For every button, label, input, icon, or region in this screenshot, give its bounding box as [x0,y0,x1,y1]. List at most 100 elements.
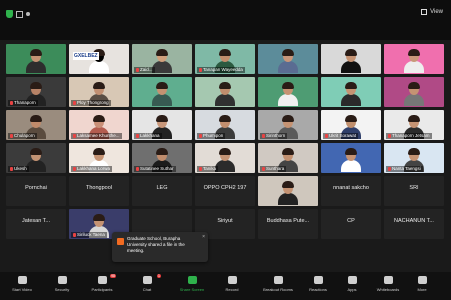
toolbar-button-reactions[interactable]: Reactions [308,276,328,292]
participant-tile[interactable]: CP [321,209,381,239]
participant-tile[interactable]: Phumipon [195,110,255,140]
participant-tile[interactable]: OPPO CPH2 197 [195,176,255,206]
participant-name-label: Tanapan Wayeedda [197,67,245,73]
muted-mic-icon [199,67,202,72]
participant-tile[interactable] [258,176,318,206]
participant-tile[interactable]: NACHANUN T... [384,209,444,239]
breakout-rooms-icon [273,276,283,284]
participant-video [277,49,299,73]
participant-name-label: Phumipon [197,133,226,139]
close-icon[interactable]: × [202,234,205,240]
participant-name: Chulaporn [14,133,35,138]
participant-tile[interactable] [6,44,66,74]
participant-display-name: nnanat sakcho [333,185,369,191]
participant-display-name: Buddhasa Pute... [266,218,310,224]
toolbar-button-apps[interactable]: Apps [342,276,362,292]
view-button[interactable]: View [421,9,443,15]
meeting-top-bar: View [0,0,451,40]
participant-tile[interactable] [321,77,381,107]
participant-tile[interactable]: Ploy Thongrong [69,77,129,107]
participant-tile[interactable]: Pornchai [6,176,66,206]
reactions-icon [313,276,323,284]
toolbar-label: Participants [91,287,113,292]
participant-tile[interactable]: Lakkhana Lorwa [69,143,129,173]
participant-video [340,82,362,106]
start-video-icon [17,276,27,284]
participant-tile[interactable] [321,143,381,173]
meeting-toolbar: Start Video Security 98 Participants 1 Chat Sh… [0,272,451,300]
participant-tile[interactable] [384,44,444,74]
participant-tile[interactable]: Ukrit Sorawat [321,110,381,140]
participant-name-label: Sutatinee Suthar [134,166,176,172]
participant-tile[interactable]: GXELBEZ [69,44,129,74]
toolbar-button-share-screen[interactable]: Share Screen [179,276,205,292]
participant-tile[interactable]: LEG [132,176,192,206]
toolbar-button-start-video[interactable]: Start Video [12,276,32,292]
participant-tile[interactable]: Laksamee Khunthe... [69,110,129,140]
participant-name-label: Ukesh [8,166,29,172]
participant-tile[interactable] [321,44,381,74]
participant-tile[interactable]: nnanat sakcho [321,176,381,206]
toolbar-label: Share Screen [179,287,205,292]
sender-logo-icon [117,238,124,245]
participant-video [25,49,47,73]
meeting-info-icon[interactable] [16,10,23,18]
toolbar-button-chat[interactable]: 1 Chat [137,274,161,292]
participant-tile[interactable]: Buddhasa Pute... [258,209,318,239]
share-screen-icon [187,276,197,284]
participant-tile[interactable]: Thanaporn [6,77,66,107]
participant-name: Nanta Taengsi [392,166,421,171]
participant-video [403,49,425,73]
muted-mic-icon [73,133,76,138]
toolbar-label: Apps [347,287,357,292]
participant-tile[interactable] [258,77,318,107]
whiteboards-icon [383,276,393,284]
participant-tile[interactable]: Jatesan T... [6,209,66,239]
participant-tile[interactable] [195,77,255,107]
muted-mic-icon [262,133,265,138]
toolbar-button-participants[interactable]: 98 Participants [91,274,116,292]
participant-display-name: Jatesan T... [21,218,51,224]
participant-tile[interactable]: Thongpool [69,176,129,206]
participants-icon [97,276,107,284]
participant-tile[interactable]: Sirinthorn [258,110,318,140]
participant-tile[interactable]: Tanika [195,143,255,173]
participant-display-name: Pornchai [25,185,47,191]
participant-name: Sunthara [266,166,285,171]
toolbar-button-whiteboards[interactable]: Whiteboards [377,276,399,292]
participant-video [340,49,362,73]
participant-tile[interactable]: SRI [384,176,444,206]
participant-tile[interactable]: Sunthara [258,143,318,173]
security-shield-icon[interactable] [6,10,13,18]
muted-mic-icon [73,100,76,105]
muted-mic-icon [136,166,139,171]
participant-tile[interactable]: Chulaporn [6,110,66,140]
participant-tile[interactable]: Lakkhana [132,110,192,140]
participant-tile[interactable]: Zaid... [132,44,192,74]
toolbar-button-record[interactable]: Record [222,276,242,292]
participant-name: Siriluck Taena [77,232,105,237]
participant-name-label: Chulaporn [8,133,37,139]
toolbar-button-breakout-rooms[interactable]: Breakout Rooms [263,276,293,292]
security-icon [57,276,67,284]
participant-tile[interactable]: Sutatinee Suthar [132,143,192,173]
participant-tile[interactable]: Ukesh [6,143,66,173]
notification-message: Graduate School, Burapha University shar… [127,236,185,253]
participant-display-name: SRI [409,185,419,191]
participant-name: Sutatinee Suthar [140,166,174,171]
muted-mic-icon [10,166,13,171]
meeting-info-icons[interactable] [6,10,30,18]
view-label: View [430,9,443,15]
muted-mic-icon [388,133,391,138]
participant-tile[interactable] [384,77,444,107]
participant-tile[interactable]: Nanta Taengsi [384,143,444,173]
participant-tile[interactable]: Thanaporn Jetsam [384,110,444,140]
toolbar-button-more[interactable]: More [412,276,432,292]
toolbar-button-security[interactable]: Security [52,276,72,292]
file-shared-notification[interactable]: Graduate School, Burapha University shar… [112,232,208,262]
participant-tile[interactable]: Tanapan Wayeedda [195,44,255,74]
participant-tile[interactable] [132,77,192,107]
toolbar-label: Breakout Rooms [263,287,293,292]
participant-name-label: Lakkhana Lorwa [71,166,113,172]
participant-tile[interactable] [258,44,318,74]
